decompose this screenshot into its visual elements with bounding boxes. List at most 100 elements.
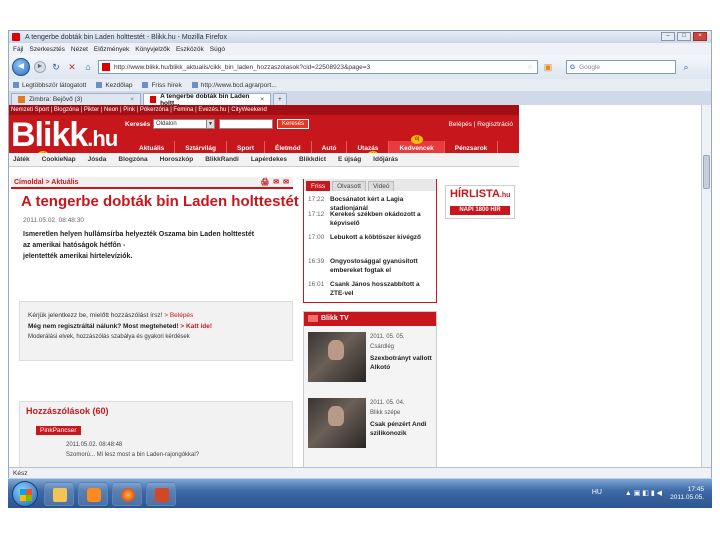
minimize-button[interactable]: – (661, 32, 675, 41)
menu-file[interactable]: Fájl (13, 46, 23, 53)
partner-nav[interactable]: Nemzeti Sport | Blogzóna | Pikter | Neon… (9, 105, 519, 115)
tab-close-icon[interactable]: × (260, 96, 264, 103)
lead-line: az amerikai hatóságok hétfőn - (23, 242, 126, 249)
clock[interactable]: 17:45 2011.05.05. (670, 486, 704, 502)
tab-label: Zimbra: Bejövő (3) (29, 96, 83, 103)
bookmark-item[interactable]: Friss hírek (142, 82, 181, 89)
taskbar-media-player[interactable] (78, 482, 108, 506)
login-links[interactable]: Belépés | Regisztráció (448, 121, 513, 128)
home-icon[interactable]: ⌂ (82, 61, 94, 73)
subnav-item[interactable]: Jósda (88, 156, 107, 163)
bookmark-item[interactable]: Legtöbbször látogatott (13, 82, 86, 89)
site-search-button[interactable]: Keresés (277, 119, 310, 129)
menu-help[interactable]: Súgó (210, 46, 225, 53)
login-link[interactable]: > Belépés (164, 312, 193, 319)
login-prompt-text: Kérjük jelentkezz be, mielőtt hozzászólá… (28, 312, 163, 319)
tv-item[interactable]: 2011. 05. 05. Csárdlég Szexbotrányt vall… (308, 332, 434, 392)
taskbar-powerpoint[interactable] (146, 482, 176, 506)
news-title: Lebukott a köbtöszer kivégző (330, 234, 422, 241)
bookmark-item[interactable]: Kezdőlap (96, 82, 132, 89)
scope-value: Oldalon (156, 121, 177, 127)
send-icon[interactable]: ✉ (283, 178, 289, 186)
address-bar[interactable]: http://www.blikk.hu/blikk_aktualis/cikk_… (98, 60, 538, 74)
news-item[interactable]: 17:12 Kerekes székben okádozott a képvis… (308, 210, 430, 228)
breadcrumb: Címoldal > Aktuális 🖨 ✉ ✉ (11, 177, 293, 189)
blikk-logo[interactable]: Blikk.hu (11, 116, 118, 157)
comments-section: Hozzászólások (60) PinkPancser 2011.05.0… (19, 401, 293, 469)
news-title: Csank János hosszabbított a ZTE-vel (330, 281, 420, 297)
title-bar: A tengerbe dobták bin Laden holttestét -… (9, 31, 711, 43)
tab-friss[interactable]: Friss (306, 181, 331, 191)
tab-close-icon[interactable]: × (130, 96, 134, 103)
maximize-button[interactable]: □ (677, 32, 691, 41)
subnav-item[interactable]: BlikkRandi (205, 156, 239, 163)
news-time: 17:12 (308, 211, 325, 218)
navigation-toolbar: ◄ ► ↻ ✕ ⌂ http://www.blikk.hu/blikk_aktu… (9, 55, 711, 79)
subnav-item[interactable]: Játék (13, 156, 30, 163)
address-text: http://www.blikk.hu/blikk_aktualis/cikk_… (114, 63, 371, 71)
forward-button[interactable]: ► (34, 61, 46, 73)
comment-username[interactable]: PinkPancser (36, 426, 81, 435)
powerpoint-icon (155, 488, 169, 502)
site-search-scope[interactable]: Oldalon ▼ (153, 119, 215, 129)
hirlista-ad[interactable]: HÍRLISTA.hu NAPI 1800 HÍR (445, 185, 515, 219)
bookmark-item[interactable]: http://www.bcd.agrarport... (192, 82, 277, 89)
blikk-tv-box: Blikk TV 2011. 05. 05. Csárdlég Szexbotr… (303, 311, 437, 469)
tab-video[interactable]: Videó (367, 181, 395, 191)
tv-date: 2011. 05. 04. (370, 400, 405, 406)
subnav-item[interactable]: E újság (338, 156, 361, 163)
tray-icons[interactable]: ▲ ▣ ◧ ▮ ◀ (625, 489, 662, 497)
menu-history[interactable]: Előzmények (94, 46, 129, 53)
language-indicator[interactable]: HU (592, 489, 602, 496)
rss-icon[interactable]: ▣ (542, 61, 554, 73)
menu-bar: Fájl Szerkesztés Nézet Előzmények Könyvj… (9, 43, 711, 55)
news-item[interactable]: 16:01 Csank János hosszabbított a ZTE-ve… (308, 280, 430, 298)
menu-view[interactable]: Nézet (71, 46, 88, 53)
search-placeholder: Google (579, 63, 601, 71)
news-time: 16:01 (308, 281, 325, 288)
breadcrumb-text[interactable]: Címoldal > Aktuális (14, 179, 79, 186)
subnav-item[interactable]: Horoszkóp (160, 156, 194, 163)
scrollbar-thumb[interactable] (703, 155, 710, 189)
logo-main: Blikk (11, 116, 88, 154)
subnav-item[interactable]: CookieNap (42, 156, 76, 163)
vertical-scrollbar[interactable] (701, 105, 711, 469)
google-icon: G (570, 63, 576, 71)
status-text: Kész (13, 470, 28, 477)
menu-tools[interactable]: Eszközök (176, 46, 204, 53)
back-button[interactable]: ◄ (12, 58, 30, 76)
search-box[interactable]: G Google (566, 60, 676, 74)
print-icon[interactable]: 🖨 (260, 178, 269, 186)
news-item[interactable]: 17:00 Lebukott a köbtöszer kivégző (308, 233, 430, 242)
menu-bookmarks[interactable]: Könyvjelzők (135, 46, 170, 53)
taskbar-firefox[interactable] (112, 482, 142, 506)
moderation-link[interactable]: Moderálási elvek, hozzászólás szabálya é… (28, 332, 284, 343)
tv-item[interactable]: 2011. 05. 04. Blikk szépe Csak pénzért A… (308, 398, 434, 458)
site-search-label: Keresés (125, 121, 151, 128)
subnav-item[interactable]: Időjárás (373, 156, 398, 163)
register-link[interactable]: > Katt ide! (180, 323, 212, 330)
start-button[interactable] (12, 481, 38, 507)
search-icon[interactable]: ⌕ (680, 61, 692, 73)
close-button[interactable]: × (693, 32, 707, 41)
video-thumbnail[interactable] (308, 398, 366, 448)
subnav-item[interactable]: Blikkdict (299, 156, 326, 163)
menu-edit[interactable]: Szerkesztés (29, 46, 64, 53)
tab-olvasott[interactable]: Olvasott (332, 181, 366, 191)
tab-zimbra[interactable]: Zimbra: Bejövő (3) × (11, 93, 141, 105)
tab-blikk[interactable]: A tengerbe dobták bin Laden holtt... × (143, 93, 271, 107)
bookmark-star-icon[interactable]: ☆ (527, 63, 533, 71)
blikk-tv-title[interactable]: Blikk TV (304, 312, 436, 326)
site-search-input[interactable] (219, 119, 273, 129)
reload-icon[interactable]: ↻ (50, 61, 62, 73)
subnav-item[interactable]: Lapérdekes (251, 156, 287, 163)
taskbar-explorer[interactable] (44, 482, 74, 506)
new-tab-button[interactable]: + (273, 93, 287, 105)
stop-icon[interactable]: ✕ (66, 61, 78, 73)
video-thumbnail[interactable] (308, 332, 366, 382)
news-item[interactable]: 16:39 Ongyostosággal gyanúsított emberek… (308, 257, 430, 275)
clock-date: 2011.05.05. (670, 494, 704, 501)
email-icon[interactable]: ✉ (273, 178, 279, 186)
comment-text: Szomorú... Mi lesz most a bin Laden-rajo… (66, 452, 200, 458)
subnav-item[interactable]: Blogzóna (118, 156, 147, 163)
